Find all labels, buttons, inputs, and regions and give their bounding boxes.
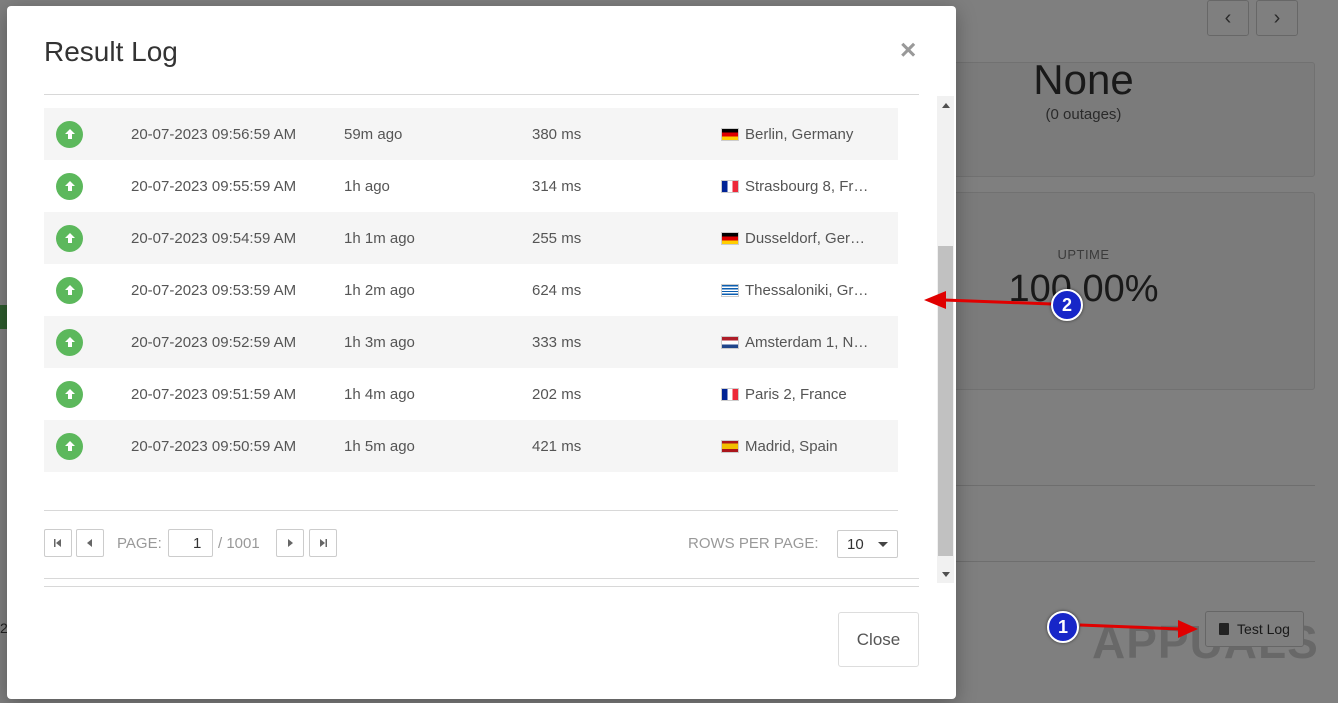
arrow-to-row <box>924 291 1053 309</box>
arrow-to-test-log <box>1079 620 1198 638</box>
annotation-badge-1: 1 <box>1047 611 1079 643</box>
annotation-arrows <box>924 291 1198 638</box>
annotation-badge-2: 2 <box>1051 289 1083 321</box>
